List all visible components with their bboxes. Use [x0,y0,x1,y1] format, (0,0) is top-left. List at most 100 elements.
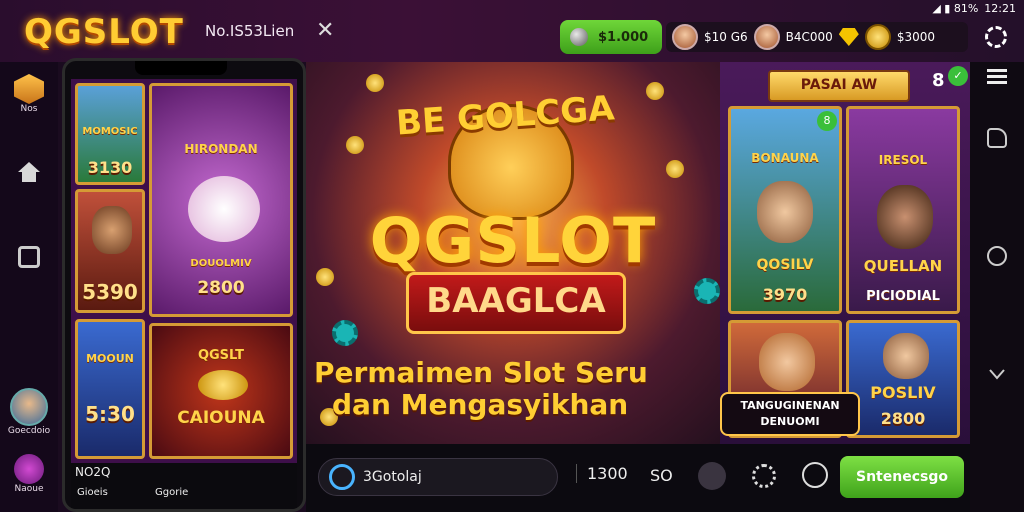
stat-value-2: B4C000 [785,30,833,44]
tile-label: BONAUNA [751,151,819,165]
bet-lines[interactable]: SO [650,466,673,485]
search-bar[interactable]: 3Gotolaj [318,458,558,496]
hero-banner[interactable]: BE GOLCGA QGSLOT BAAGLCA Permaimen Slot … [306,62,720,444]
app-logo: QGSLOT [24,12,184,52]
balance-button[interactable]: $1.000 [560,20,662,54]
tile-sub-label: DOUOLMIV [190,258,252,269]
coin-icon [346,136,364,154]
signal-indicator: ◢ ▮ 81% [932,1,979,15]
tile-label: IRESOL [878,153,928,167]
game-tile[interactable]: 5390 [75,189,145,313]
menu-icon[interactable] [987,66,1007,86]
tile-value: PICIODIAL [866,289,940,304]
phone-screen: MOMOSIC 3130 HIRONDAN DOUOLMIV 2800 5390… [71,79,297,463]
avatar[interactable] [753,24,780,50]
settings-icon[interactable] [752,464,776,488]
phone-footer-right[interactable]: Ggorie [155,487,188,498]
tile-value: 3130 [87,158,133,177]
bottom-bar: 3Gotolaj 1300 SO Sntenecsgo [306,444,970,512]
rail-item-nos[interactable]: Nos [0,74,58,114]
rail-item-label: Nos [20,104,38,114]
gold-coin-icon [864,24,891,50]
promo-line-2: DENUOMI [760,415,820,428]
tile-label: MOOUN [86,352,134,365]
stat-value-1: $10 G6 [704,30,748,44]
game-tile[interactable]: 8 BONAUNA QOSILV 3970 [728,106,842,314]
banner-top-text: BE GOLCGA [394,88,616,144]
rail-item-home[interactable] [0,160,58,187]
rail-item-square[interactable] [0,246,58,268]
notification-badge: 8 [817,111,837,131]
featured-games-panel: PASAI AW 8 ✓ 8 BONAUNA QOSILV 3970 IRESO… [720,62,970,444]
tile-value: 3970 [762,285,808,304]
left-rail: Nos Goecdoio Naoue [0,62,58,512]
phone-footer-left[interactable]: Gioeis [77,487,108,498]
banner-tagline-1: Permaimen Slot Seru [314,356,648,389]
coin-pile-image [198,370,248,400]
character-image [92,206,132,254]
coin-icon [666,160,684,178]
right-rail [970,62,1024,512]
gear-icon[interactable] [985,26,1007,48]
game-tile[interactable]: MOOUN 5:30 [75,319,145,459]
clock: 12:21 [984,1,1016,15]
bell-icon[interactable] [987,128,1007,148]
tile-label: QGSLT [197,348,245,363]
tile-name: POSLIV [870,383,936,402]
coin-icon [366,74,384,92]
phone-mockup: MOMOSIC 3130 HIRONDAN DOUOLMIV 2800 5390… [62,58,306,512]
chip-icon [694,278,720,304]
tile-value: 5390 [82,280,138,304]
tile-value: 2800 [197,278,245,298]
search-icon [329,464,355,490]
game-tile[interactable]: QGSLT CAIOUNA [149,323,293,459]
panel-count: 8 [932,70,945,91]
character-image [883,333,929,379]
rail-item-label: Goecdoio [7,426,51,436]
tile-value: 5:30 [85,402,135,426]
coin-icon [570,28,588,46]
rail-item-game[interactable]: Naoue [0,454,58,494]
tile-label: HIRONDAN [184,142,258,156]
rail-item-label: Naoue [14,484,44,494]
character-image [757,181,813,243]
search-input[interactable]: 3Gotolaj [363,469,422,485]
notification-badge: ✓ [948,66,968,86]
chevron-down-icon[interactable] [987,364,1007,384]
phone-footer-title: NO2Q [75,465,111,479]
avatar[interactable] [672,24,698,50]
avatar [10,388,48,426]
tile-value: 2800 [880,409,926,428]
coin-icon [646,82,664,100]
tile-label: MOMOSIC [82,126,138,137]
phone-footer: NO2Q Gioeis Ggorie [71,463,297,509]
game-icon [14,454,44,484]
game-tile[interactable]: IRESOL QUELLAN PICIODIAL [846,106,960,314]
system-status-bar: ◢ ▮ 81% 12:21 [900,0,1024,16]
lock-icon[interactable] [698,462,726,490]
game-tile[interactable]: HIRONDAN DOUOLMIV 2800 [149,83,293,317]
page-title: No.IS53Lien [205,22,295,40]
stats-bar: $10 G6 B4C000 $3000 [666,22,968,52]
banner-ribbon: BAAGLCA [406,272,626,334]
mascot-image [188,176,260,242]
circle-icon[interactable] [987,246,1007,266]
game-tile[interactable]: MOMOSIC 3130 [75,83,145,185]
balance-value: $1.000 [598,29,649,45]
chip-icon [332,320,358,346]
rail-item-profile[interactable]: Goecdoio [0,388,58,436]
sound-icon[interactable] [802,462,828,488]
banner-logo: QGSLOT [369,204,657,277]
tile-name: QOSILV [756,257,814,273]
bet-value[interactable]: 1300 [576,464,628,483]
tile-name: QUELLAN [863,257,943,275]
tile-label: CAIOUNA [177,408,265,428]
promo-badge[interactable]: TANGUGINENAN DENUOMI [720,392,860,436]
home-icon [18,162,40,182]
character-image [877,185,933,249]
game-tile[interactable]: POSLIV 2800 [846,320,960,438]
gem-icon [838,28,859,46]
close-icon[interactable]: ✕ [316,18,334,43]
start-button[interactable]: Sntenecsgo [840,456,964,498]
cube-icon [14,74,44,104]
